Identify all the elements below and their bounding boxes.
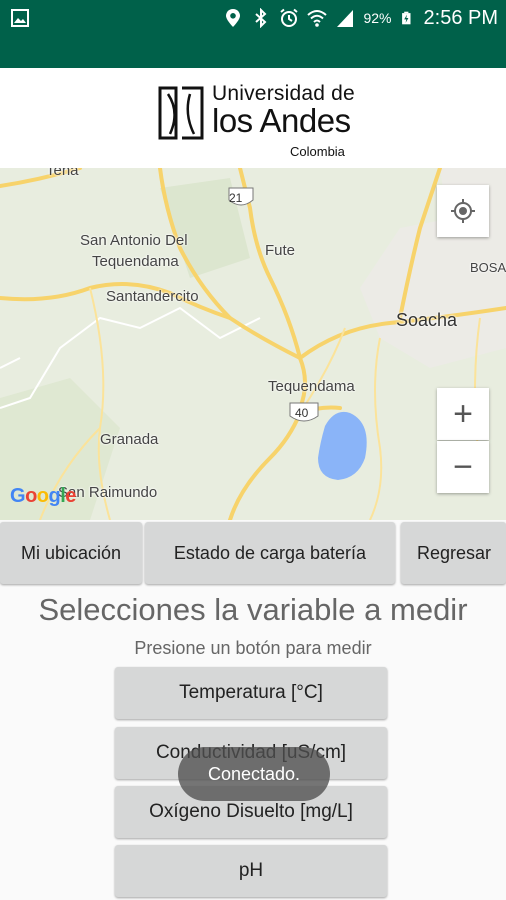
- route-21-label: 21: [229, 191, 243, 205]
- alarm-icon: [280, 8, 299, 27]
- bluetooth-icon: [255, 8, 267, 28]
- clock: 2:56 PM: [423, 6, 498, 29]
- map-label-tena: Tena: [46, 168, 79, 179]
- battery-status-button[interactable]: Estado de carga batería: [145, 522, 395, 584]
- map-label-bosa: BOSA: [470, 260, 506, 275]
- status-bar: 92% 2:56 PM: [0, 0, 506, 36]
- image-icon: [11, 9, 29, 27]
- wifi-icon: [307, 10, 328, 27]
- my-location-button[interactable]: Mi ubicación: [0, 522, 142, 584]
- header-logo-area: Universidad de los Andes Colombia: [0, 68, 506, 168]
- route-40-label: 40: [295, 406, 309, 420]
- university-logo: Universidad de los Andes Colombia: [148, 70, 362, 166]
- map-label-san-antonio-2: Tequendama: [92, 253, 179, 270]
- map-background: [0, 168, 506, 520]
- battery-percent: 92%: [363, 10, 392, 26]
- plus-icon: +: [453, 394, 473, 433]
- minus-icon: −: [453, 447, 473, 486]
- map-label-tequendama: Tequendama: [268, 378, 355, 395]
- location-icon: [226, 9, 241, 27]
- battery-charging-icon: [401, 11, 411, 25]
- signal-icon: [337, 10, 354, 27]
- zoom-out-button[interactable]: −: [437, 441, 489, 493]
- toast-message: Conectado.: [178, 747, 330, 801]
- app-bar: [0, 36, 506, 68]
- map-view[interactable]: 21 40 Tena San Antonio Del Tequendama Sa…: [0, 168, 506, 520]
- map-label-soacha: Soacha: [396, 310, 458, 330]
- crosshair-icon: [451, 199, 475, 223]
- page-subtitle: Presione un botón para medir: [134, 638, 372, 658]
- map-label-fute: Fute: [265, 242, 296, 259]
- logo-text-line2: los Andes: [212, 102, 351, 139]
- logo-mark-icon: [158, 86, 204, 140]
- map-label-granada: Granada: [100, 431, 159, 448]
- temperature-button[interactable]: Temperatura [°C]: [115, 667, 387, 719]
- google-logo: Google: [10, 485, 76, 507]
- my-location-map-button[interactable]: [437, 185, 489, 237]
- map-label-san-antonio: San Antonio Del: [80, 232, 188, 249]
- zoom-in-button[interactable]: +: [437, 388, 489, 440]
- map-label-santandercito: Santandercito: [106, 288, 199, 305]
- back-button[interactable]: Regresar: [401, 522, 506, 584]
- ph-button[interactable]: pH: [115, 845, 387, 897]
- logo-text-line3: Colombia: [290, 144, 345, 159]
- page-title: Selecciones la variable a medir: [38, 592, 468, 627]
